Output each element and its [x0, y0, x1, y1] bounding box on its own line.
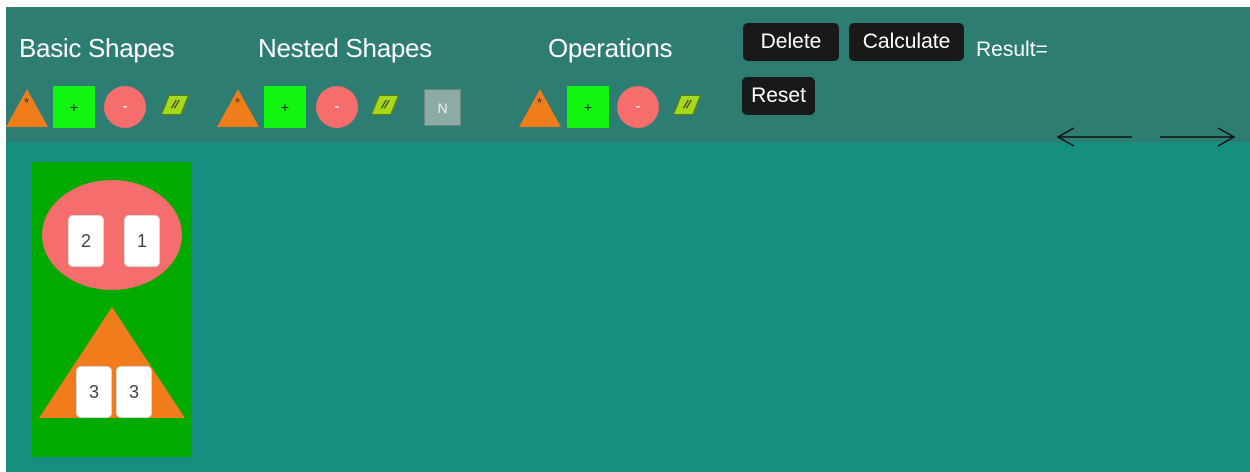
nested-square-add-shape[interactable]: + [264, 86, 306, 128]
basic-circle-subtract-shape[interactable]: - [104, 86, 146, 128]
basic-square-add-shape[interactable]: + [53, 86, 95, 128]
value-card[interactable]: 3 [116, 366, 152, 418]
result-label: Result= [976, 38, 1048, 61]
calculate-button[interactable]: Calculate [849, 23, 964, 61]
subtract-symbol: - [122, 98, 128, 115]
toolbar: Basic Shapes Nested Shapes Operations De… [6, 7, 1250, 142]
nested-parallelogram-divide-shape[interactable]: // [370, 95, 400, 115]
subtract-symbol: - [635, 98, 641, 115]
app-root: Basic Shapes Nested Shapes Operations De… [6, 7, 1250, 472]
nested-circle-subtract-shape[interactable]: - [316, 86, 358, 128]
multiply-symbol: * [537, 95, 543, 110]
operation-triangle-multiply-shape[interactable]: * [519, 89, 561, 127]
section-title-basic-shapes: Basic Shapes [19, 33, 175, 63]
operation-parallelogram-divide-shape[interactable]: // [672, 95, 702, 115]
nested-circle-operation[interactable]: 2 1 [42, 180, 182, 290]
add-symbol: + [69, 99, 79, 115]
nested-container[interactable]: 2 1 3 3 [32, 162, 192, 457]
nested-triangle-multiply-shape[interactable]: * [217, 89, 259, 127]
value-card[interactable]: 2 [68, 215, 104, 267]
section-title-nested-shapes: Nested Shapes [258, 33, 432, 63]
delete-button[interactable]: Delete [743, 23, 839, 61]
workspace-canvas[interactable]: 2 1 3 3 [6, 142, 1250, 472]
multiply-symbol: * [24, 95, 30, 110]
reset-button[interactable]: Reset [742, 77, 815, 115]
nested-container-shape[interactable]: N [424, 89, 461, 126]
add-symbol: + [280, 99, 290, 115]
add-symbol: + [583, 99, 593, 115]
value-card[interactable]: 3 [76, 366, 112, 418]
divide-symbol: // [681, 99, 693, 111]
section-title-operations: Operations [548, 33, 673, 63]
multiply-symbol: * [235, 95, 241, 110]
divide-symbol: // [169, 99, 181, 111]
nested-triangle-operation[interactable] [37, 305, 187, 420]
operation-square-add-shape[interactable]: + [567, 86, 609, 128]
subtract-symbol: - [334, 98, 340, 115]
nested-symbol: N [437, 99, 448, 116]
divide-symbol: // [379, 99, 391, 111]
basic-triangle-multiply-shape[interactable]: * [6, 89, 48, 127]
basic-parallelogram-divide-shape[interactable]: // [160, 95, 190, 115]
operation-circle-subtract-shape[interactable]: - [617, 86, 659, 128]
value-card[interactable]: 1 [124, 215, 160, 267]
